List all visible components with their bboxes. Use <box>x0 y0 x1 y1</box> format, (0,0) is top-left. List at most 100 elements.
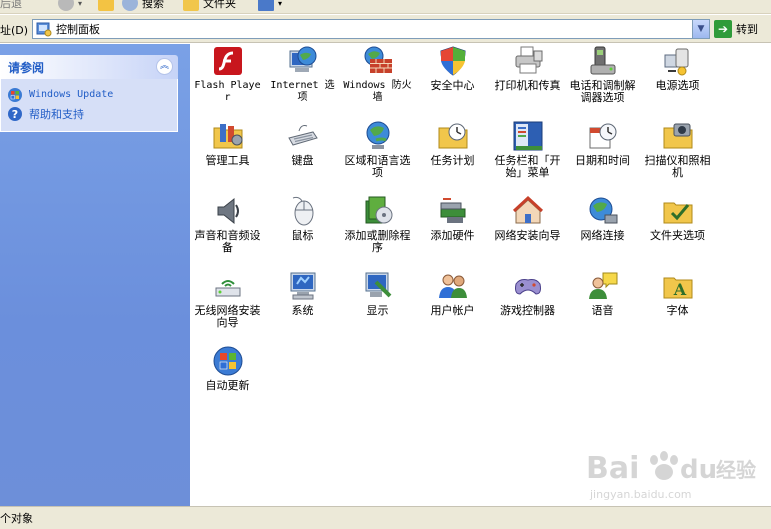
views-button[interactable]: ▾ <box>258 0 282 11</box>
cp-label: 添加硬件 <box>430 229 475 242</box>
control-panel-grid: Flash Player Internet 选项 Windows 防火墙 安全中… <box>190 44 750 419</box>
forward-button[interactable]: ▾ <box>58 0 82 11</box>
cp-item-printers-faxes[interactable]: 打印机和传真 <box>490 44 565 119</box>
cp-label: 自动更新 <box>205 379 250 392</box>
see-also-title: 请参阅 <box>8 60 45 75</box>
cp-item-phone-modem[interactable]: 电话和调制解调器选项 <box>565 44 640 119</box>
search-label: 搜索 <box>142 0 164 10</box>
folders-button[interactable]: 文件夹 <box>183 0 236 11</box>
cp-label: 任务栏和「开始」菜单 <box>494 154 561 179</box>
svg-text:Bai: Bai <box>586 451 639 486</box>
cp-item-add-remove-programs[interactable]: 添加或删除程序 <box>340 194 415 269</box>
taskbar-icon <box>513 121 542 151</box>
cp-item-add-hardware[interactable]: 添加硬件 <box>415 194 490 269</box>
cp-item-keyboard[interactable]: 键盘 <box>265 119 340 194</box>
cp-item-fonts[interactable]: A 字体 <box>640 269 715 344</box>
up-folder-button[interactable] <box>98 0 114 11</box>
game-controller-icon <box>514 279 541 295</box>
cp-item-flash-player[interactable]: Flash Player <box>190 44 265 119</box>
sidebar-link-help-support[interactable]: ? 帮助和支持 <box>7 104 177 123</box>
help-icon: ? <box>8 106 22 121</box>
cp-item-network-connections[interactable]: 网络连接 <box>565 194 640 269</box>
cp-item-system[interactable]: 系统 <box>265 269 340 344</box>
search-button[interactable]: 搜索 <box>122 0 164 11</box>
sidebar-link-windows-update[interactable]: Windows Update <box>7 85 177 104</box>
cp-item-speech[interactable]: 语音 <box>565 269 640 344</box>
scheduled-tasks-icon <box>438 123 467 149</box>
user-accounts-icon <box>438 274 467 298</box>
go-label: 转到 <box>736 23 758 36</box>
automatic-updates-icon <box>213 346 242 376</box>
svg-text:jingyan.baidu.com: jingyan.baidu.com <box>589 488 692 501</box>
add-hardware-icon <box>440 198 465 223</box>
svg-text:du: du <box>680 455 717 485</box>
system-icon <box>290 272 315 300</box>
cp-label: 无线网络安装向导 <box>194 304 261 329</box>
go-arrow-icon: ➔ <box>714 20 732 38</box>
address-input[interactable]: 控制面板 ▼ <box>32 19 710 39</box>
network-connections-icon <box>589 197 617 224</box>
search-icon <box>122 0 138 11</box>
see-also-header[interactable]: 请参阅 ︽ <box>0 55 178 79</box>
cp-item-administrative-tools[interactable]: 管理工具 <box>190 119 265 194</box>
chevron-down-icon: ▼ <box>697 24 705 34</box>
baidu-jingyan-watermark: Bai du 经验 jingyan.baidu.com <box>586 451 756 501</box>
cp-label: 区域和语言选项 <box>344 154 411 179</box>
folder-icon <box>183 0 199 11</box>
back-button[interactable]: 后退 <box>0 0 22 11</box>
date-time-icon <box>589 123 616 149</box>
cp-label: 系统 <box>291 304 314 317</box>
collapse-chevron-icon[interactable]: ︽ <box>156 58 173 75</box>
cp-label: 管理工具 <box>205 154 250 167</box>
control-panel-content: Flash Player Internet 选项 Windows 防火墙 安全中… <box>190 44 771 506</box>
cp-item-mouse[interactable]: 鼠标 <box>265 194 340 269</box>
cp-item-display[interactable]: 显示 <box>340 269 415 344</box>
cp-item-date-time[interactable]: 日期和时间 <box>565 119 640 194</box>
address-dropdown-button[interactable]: ▼ <box>692 20 709 38</box>
svg-text:A: A <box>672 280 686 299</box>
cp-item-automatic-updates[interactable]: 自动更新 <box>190 344 265 419</box>
cp-item-sounds-audio[interactable]: 声音和音频设备 <box>190 194 265 269</box>
cp-item-wireless-network-wizard[interactable]: 无线网络安装向导 <box>190 269 265 344</box>
windows-update-icon <box>8 87 22 102</box>
wireless-network-icon <box>215 280 240 297</box>
cp-item-game-controllers[interactable]: 游戏控制器 <box>490 269 565 344</box>
back-label: 后退 <box>0 0 22 10</box>
address-value: 控制面板 <box>56 23 100 36</box>
cp-label: 文件夹选项 <box>650 229 705 242</box>
cp-item-folder-options[interactable]: 文件夹选项 <box>640 194 715 269</box>
views-icon <box>258 0 274 11</box>
cp-item-scheduled-tasks[interactable]: 任务计划 <box>415 119 490 194</box>
cp-item-internet-options[interactable]: Internet 选项 <box>265 44 340 119</box>
toolbar: 后退 ▾ 搜索 文件夹 ▾ <box>0 0 771 14</box>
go-button[interactable]: ➔ 转到 <box>714 19 770 39</box>
svg-text:经验: 经验 <box>716 458 756 482</box>
cp-label: 鼠标 <box>291 229 314 242</box>
fonts-icon: A <box>663 277 692 299</box>
firewall-icon <box>364 46 392 73</box>
printer-icon <box>515 46 542 74</box>
cp-item-user-accounts[interactable]: 用户帐户 <box>415 269 490 344</box>
cp-label: 网络连接 <box>580 229 625 242</box>
cp-label: Internet 选项 <box>270 80 335 103</box>
chevron-down-icon: ▾ <box>78 0 83 8</box>
cp-item-security-center[interactable]: 安全中心 <box>415 44 490 119</box>
control-panel-icon <box>36 22 52 37</box>
task-pane: 请参阅 ︽ Windows Update ? 帮助和支持 <box>0 44 190 506</box>
up-folder-icon <box>98 0 114 11</box>
cp-label: 显示 <box>366 304 389 317</box>
svg-text:?: ? <box>12 108 18 121</box>
keyboard-icon <box>287 125 318 146</box>
cp-item-network-setup-wizard[interactable]: 网络安装向导 <box>490 194 565 269</box>
speaker-icon <box>217 197 239 225</box>
power-options-icon <box>664 48 688 76</box>
cp-label: 键盘 <box>291 154 314 167</box>
forward-arrow-icon <box>58 0 74 11</box>
cp-item-windows-firewall[interactable]: Windows 防火墙 <box>340 44 415 119</box>
cp-item-scanners-cameras[interactable]: 扫描仪和照相机 <box>640 119 715 194</box>
cp-item-taskbar-start-menu[interactable]: 任务栏和「开始」菜单 <box>490 119 565 194</box>
see-also-panel: 请参阅 ︽ Windows Update ? 帮助和支持 <box>0 55 178 132</box>
cp-item-power-options[interactable]: 电源选项 <box>640 44 715 119</box>
mouse-icon <box>292 196 313 226</box>
cp-item-regional-language[interactable]: 区域和语言选项 <box>340 119 415 194</box>
